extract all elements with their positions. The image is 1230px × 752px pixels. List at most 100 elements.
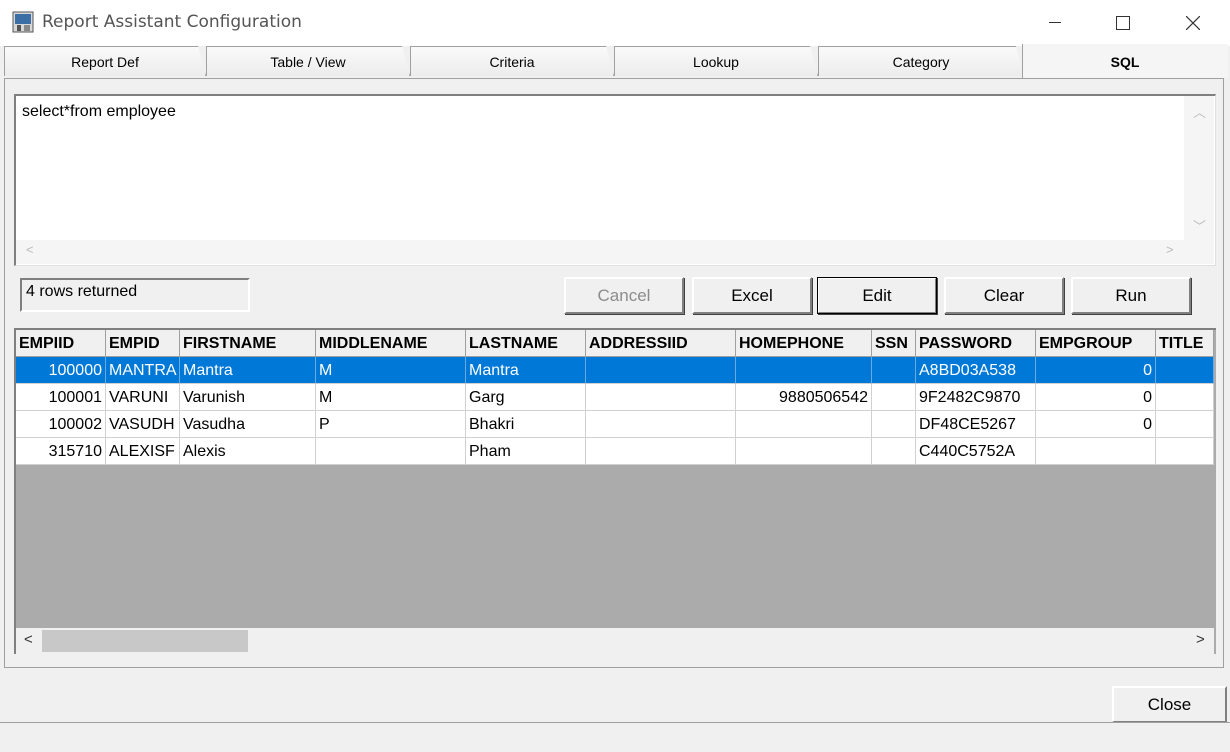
excel-button[interactable]: Excel: [692, 277, 812, 314]
minimize-button[interactable]: [1032, 0, 1078, 46]
cell[interactable]: 100000: [16, 357, 106, 384]
cancel-button[interactable]: Cancel: [564, 277, 684, 314]
cell[interactable]: 0: [1036, 384, 1156, 411]
column-header[interactable]: EMPID: [106, 330, 180, 357]
cell[interactable]: [1036, 438, 1156, 465]
scroll-right-icon[interactable]: >: [1196, 631, 1205, 648]
cell[interactable]: Pham: [466, 438, 586, 465]
column-header[interactable]: HOMEPHONE: [736, 330, 872, 357]
cell[interactable]: [1156, 438, 1214, 465]
run-button[interactable]: Run: [1071, 277, 1191, 314]
rows-returned-status: 4 rows returned: [20, 278, 250, 312]
cell[interactable]: 9880506542: [736, 384, 872, 411]
scroll-left-icon[interactable]: <: [24, 631, 33, 648]
cell[interactable]: 9F2482C9870: [916, 384, 1036, 411]
cell[interactable]: C440C5752A: [916, 438, 1036, 465]
cell[interactable]: [736, 411, 872, 438]
cell[interactable]: 100001: [16, 384, 106, 411]
cell[interactable]: [586, 357, 736, 384]
tab-category[interactable]: Category: [818, 46, 1024, 76]
tab-table-view[interactable]: Table / View: [206, 46, 410, 76]
cell[interactable]: VASUDH: [106, 411, 180, 438]
tab-report-def[interactable]: Report Def: [4, 46, 206, 76]
cell[interactable]: [872, 438, 916, 465]
cell[interactable]: Bhakri: [466, 411, 586, 438]
tab-criteria[interactable]: Criteria: [410, 46, 614, 76]
window-title: Report Assistant Configuration: [42, 12, 302, 32]
cell[interactable]: [736, 357, 872, 384]
column-header[interactable]: EMPGROUP: [1036, 330, 1156, 357]
tab-label: SQL: [1110, 54, 1140, 70]
scroll-right-icon[interactable]: >: [1166, 242, 1174, 257]
table-row[interactable]: 100001 VARUNI Varunish M Garg 9880506542…: [16, 384, 1214, 411]
cell[interactable]: M: [316, 384, 466, 411]
sql-query-text[interactable]: select*from employee: [22, 103, 176, 121]
tab-label: Report Def: [71, 54, 139, 70]
cell[interactable]: 315710: [16, 438, 106, 465]
table-row[interactable]: 100002 VASUDH Vasudha P Bhakri DF48CE526…: [16, 411, 1214, 438]
cell[interactable]: [1156, 384, 1214, 411]
cell[interactable]: [316, 438, 466, 465]
cell[interactable]: ALEXISF: [106, 438, 180, 465]
table-row[interactable]: 315710 ALEXISF Alexis Pham C440C5752A: [16, 438, 1214, 465]
tab-lookup[interactable]: Lookup: [614, 46, 818, 76]
cell[interactable]: 0: [1036, 357, 1156, 384]
cell[interactable]: DF48CE5267: [916, 411, 1036, 438]
cell[interactable]: A8BD03A538: [916, 357, 1036, 384]
run-button-label: Run: [1115, 285, 1147, 305]
scrollbar-thumb[interactable]: [42, 630, 248, 652]
column-header[interactable]: FIRSTNAME: [180, 330, 316, 357]
cell[interactable]: [1156, 357, 1214, 384]
cell[interactable]: 100002: [16, 411, 106, 438]
grid-header-row: EMPIID EMPID FIRSTNAME MIDDLENAME LASTNA…: [16, 330, 1214, 357]
tab-label: Category: [892, 54, 950, 70]
sql-vertical-scrollbar[interactable]: ︿ ﹀: [1184, 96, 1214, 240]
cell[interactable]: Garg: [466, 384, 586, 411]
clear-button[interactable]: Clear: [944, 277, 1064, 314]
clear-button-label: Clear: [983, 285, 1025, 305]
close-button-label: Close: [1147, 694, 1192, 714]
cell[interactable]: [736, 438, 872, 465]
cell[interactable]: [586, 438, 736, 465]
cell[interactable]: Mantra: [180, 357, 316, 384]
column-header[interactable]: LASTNAME: [466, 330, 586, 357]
cell[interactable]: 0: [1036, 411, 1156, 438]
scroll-left-icon[interactable]: <: [26, 242, 34, 257]
cell[interactable]: P: [316, 411, 466, 438]
cell[interactable]: Varunish: [180, 384, 316, 411]
cell[interactable]: VARUNI: [106, 384, 180, 411]
window-close-button[interactable]: [1170, 0, 1216, 46]
cancel-button-label: Cancel: [597, 285, 651, 305]
cell[interactable]: [872, 384, 916, 411]
cell[interactable]: Alexis: [180, 438, 316, 465]
column-header[interactable]: SSN: [872, 330, 916, 357]
cell[interactable]: M: [316, 357, 466, 384]
maximize-button[interactable]: [1100, 0, 1146, 46]
scroll-up-icon[interactable]: ︿: [1193, 102, 1206, 121]
cell[interactable]: [586, 411, 736, 438]
column-header[interactable]: PASSWORD: [916, 330, 1036, 357]
cell[interactable]: MANTRA: [106, 357, 180, 384]
close-button[interactable]: Close: [1112, 686, 1227, 722]
cell[interactable]: [586, 384, 736, 411]
cell[interactable]: [1156, 411, 1214, 438]
status-bar: [0, 722, 1230, 752]
results-grid-body: EMPIID EMPID FIRSTNAME MIDDLENAME LASTNA…: [16, 330, 1214, 630]
cell[interactable]: [872, 411, 916, 438]
column-header[interactable]: MIDDLENAME: [316, 330, 466, 357]
tab-sql[interactable]: SQL: [1022, 44, 1228, 78]
table-row[interactable]: 100000 MANTRA Mantra M Mantra A8BD03A538…: [16, 357, 1214, 384]
sql-horizontal-scrollbar[interactable]: < >: [16, 240, 1214, 264]
tab-label: Criteria: [489, 54, 535, 70]
column-header[interactable]: EMPIID: [16, 330, 106, 357]
scroll-down-icon[interactable]: ﹀: [1193, 216, 1206, 235]
column-header[interactable]: ADDRESSIID: [586, 330, 736, 357]
excel-button-label: Excel: [731, 285, 773, 305]
tab-label: Table / View: [270, 54, 346, 70]
column-header[interactable]: TITLE: [1156, 330, 1214, 357]
cell[interactable]: Vasudha: [180, 411, 316, 438]
cell[interactable]: [872, 357, 916, 384]
edit-button[interactable]: Edit: [817, 277, 937, 314]
tab-label: Lookup: [693, 54, 739, 70]
cell[interactable]: Mantra: [466, 357, 586, 384]
